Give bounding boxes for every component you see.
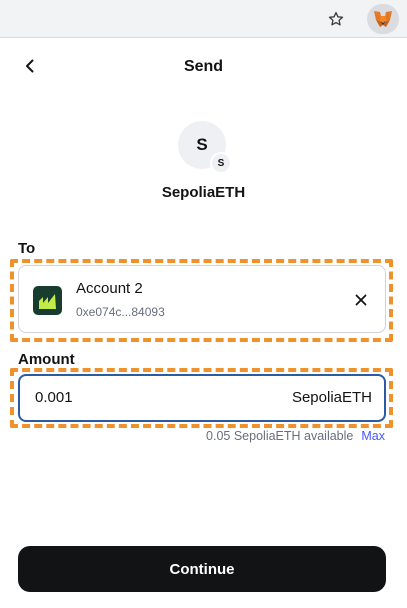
asset-name: SepoliaETH bbox=[161, 184, 246, 201]
amount-label: Amount bbox=[18, 351, 75, 368]
send-header: Send bbox=[0, 38, 407, 96]
metamask-fox-icon bbox=[374, 11, 392, 27]
to-label: To bbox=[18, 240, 36, 257]
available-balance-row: 0.05 SepoliaETH available Max bbox=[206, 429, 385, 443]
amount-value: 0.001 bbox=[35, 389, 73, 406]
metamask-extension-button[interactable] bbox=[367, 4, 399, 34]
clear-recipient-button[interactable] bbox=[351, 290, 371, 310]
bookmark-star-icon[interactable] bbox=[326, 9, 346, 29]
recipient-card[interactable]: Account 2 0xe074c...84093 bbox=[18, 265, 386, 333]
send-popup: Send S S SepoliaETH To Account 2 0xe074c… bbox=[0, 38, 407, 608]
close-icon bbox=[355, 294, 367, 306]
recipient-account-name: Account 2 bbox=[76, 280, 143, 297]
amount-input[interactable]: 0.001 SepoliaETH bbox=[18, 374, 386, 422]
network-badge: S bbox=[210, 152, 232, 174]
browser-toolbar bbox=[0, 0, 407, 38]
account-avatar-icon bbox=[33, 286, 62, 315]
page-title: Send bbox=[183, 58, 224, 75]
max-button[interactable]: Max bbox=[361, 429, 385, 443]
available-balance: 0.05 SepoliaETH available bbox=[206, 429, 354, 443]
amount-unit: SepoliaETH bbox=[291, 389, 372, 406]
continue-button[interactable]: Continue bbox=[18, 546, 386, 592]
recipient-address: 0xe074c...84093 bbox=[76, 305, 165, 319]
